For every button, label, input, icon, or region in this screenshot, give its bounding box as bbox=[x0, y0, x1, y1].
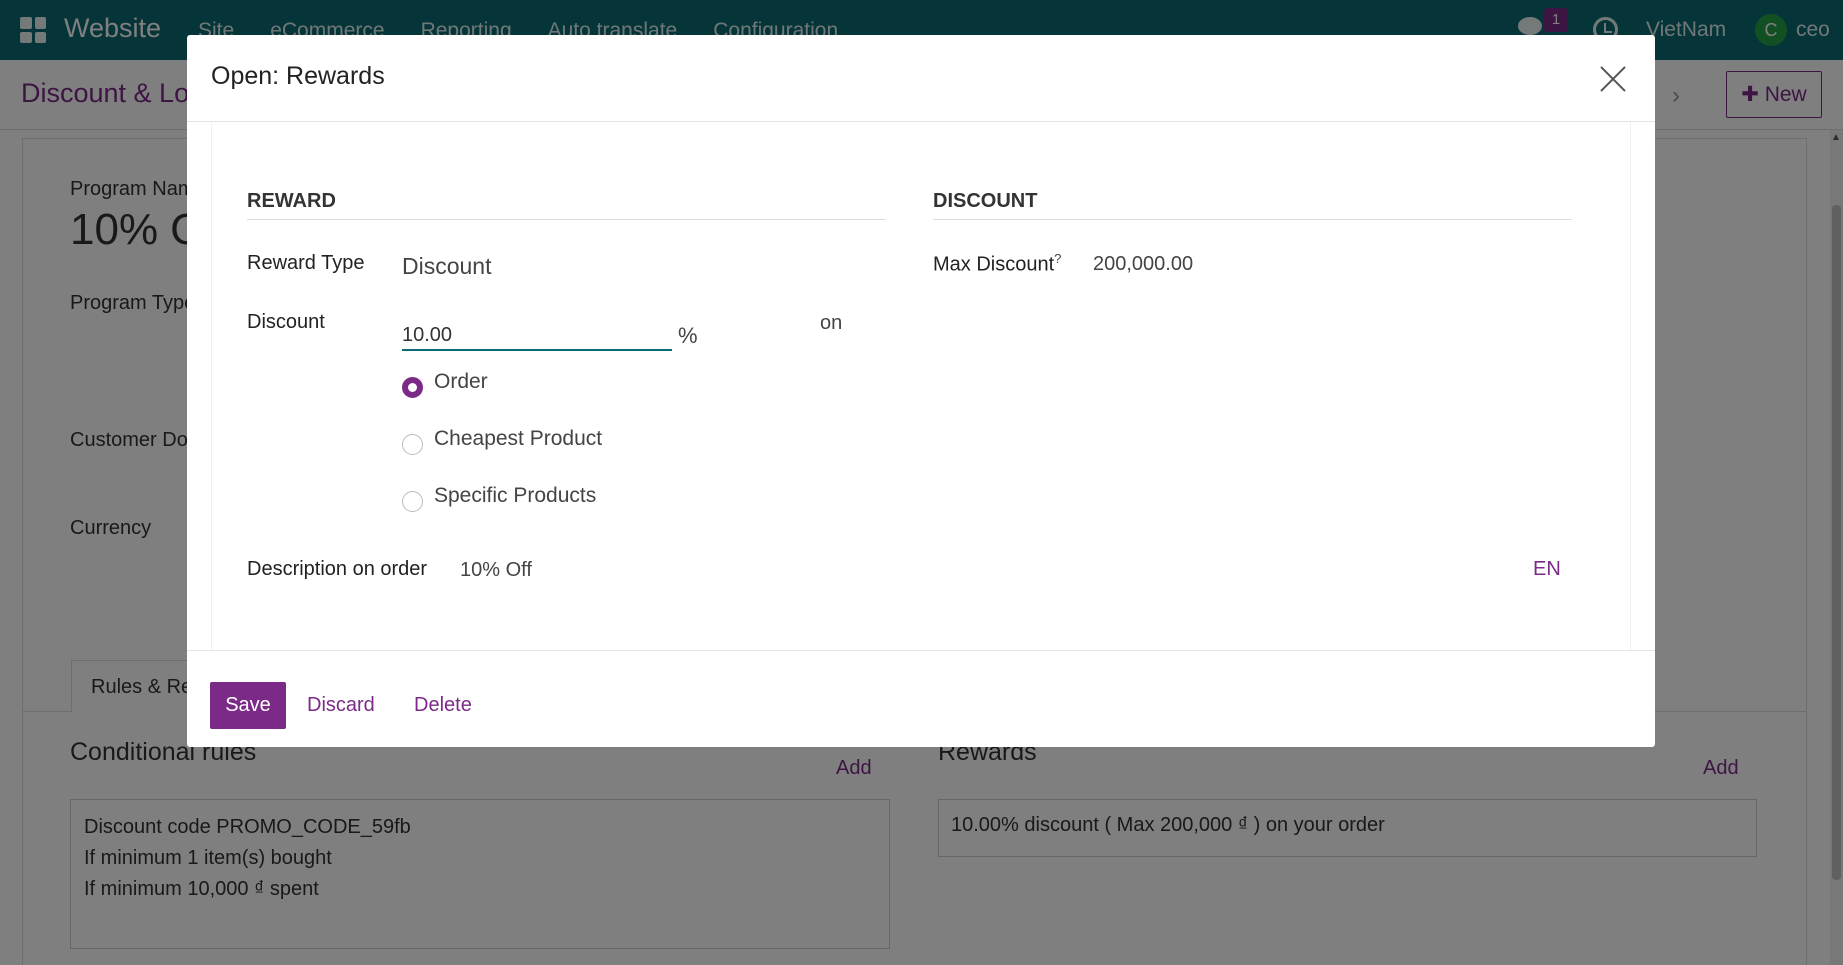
reward-group-divider bbox=[247, 219, 886, 220]
percent-sign: % bbox=[678, 323, 698, 348]
max-discount-label: Max Discount? bbox=[933, 251, 1062, 276]
radio-order[interactable] bbox=[402, 377, 423, 398]
description-label: Description on order bbox=[247, 558, 428, 580]
reward-type-label: Reward Type bbox=[247, 252, 365, 274]
dialog-title: Open: Rewards bbox=[211, 62, 385, 90]
dialog-body: Reward Discount Reward Type Discount Dis… bbox=[211, 122, 1631, 650]
discount-group-divider bbox=[933, 219, 1572, 220]
radio-order-label[interactable]: Order bbox=[434, 370, 488, 394]
description-input[interactable]: 10% Off bbox=[460, 559, 532, 582]
radio-specific-products[interactable] bbox=[402, 491, 423, 512]
reward-group-title: Reward bbox=[247, 190, 336, 212]
discount-on-label: on bbox=[820, 312, 843, 334]
discount-input[interactable] bbox=[402, 321, 672, 351]
discount-label: Discount bbox=[247, 311, 325, 333]
save-button[interactable]: Save bbox=[210, 682, 286, 729]
help-icon[interactable]: ? bbox=[1054, 251, 1061, 266]
delete-button[interactable]: Delete bbox=[414, 694, 472, 717]
rewards-dialog: Open: Rewards Reward Discount Reward Typ… bbox=[187, 35, 1655, 747]
max-discount-value[interactable]: 200,000.00 bbox=[1093, 253, 1193, 276]
discard-button[interactable]: Discard bbox=[307, 694, 375, 717]
radio-cheapest-product-label[interactable]: Cheapest Product bbox=[434, 427, 602, 451]
reward-type-select[interactable]: Discount bbox=[402, 253, 491, 280]
radio-cheapest-product[interactable] bbox=[402, 434, 423, 455]
close-icon[interactable] bbox=[1598, 64, 1628, 94]
language-button[interactable]: EN bbox=[1533, 558, 1561, 581]
dialog-header: Open: Rewards bbox=[187, 35, 1655, 122]
radio-specific-products-label[interactable]: Specific Products bbox=[434, 484, 596, 508]
discount-group-title: Discount bbox=[933, 190, 1038, 212]
dialog-footer: Save Discard Delete bbox=[187, 650, 1655, 747]
